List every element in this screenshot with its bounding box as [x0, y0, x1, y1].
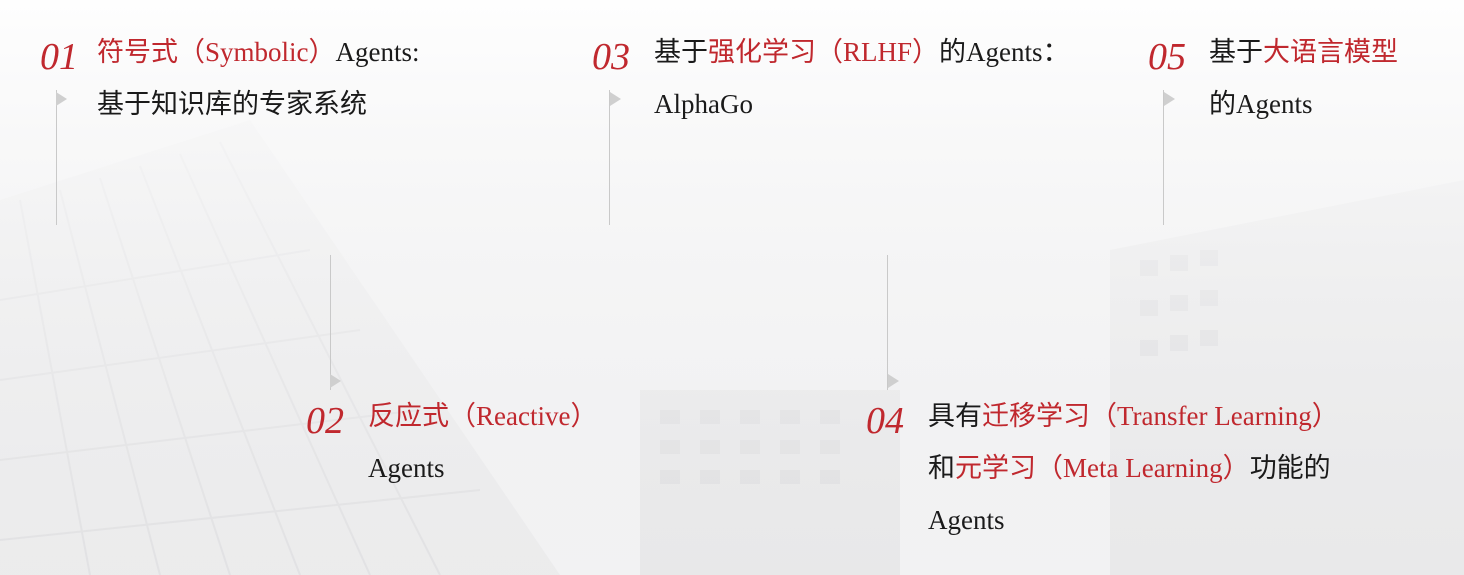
- connector-line: [609, 90, 610, 225]
- step-number: 02: [306, 400, 344, 442]
- text-line-2: 的Agents: [1209, 89, 1313, 119]
- triangle-right-icon: [610, 92, 621, 106]
- text-line-1: 基于强化学习（RLHF）的Agents：: [654, 37, 1070, 67]
- triangle-right-icon: [1164, 92, 1175, 106]
- item-text: 基于强化学习（RLHF）的Agents： AlphaGo: [654, 26, 1070, 130]
- step-number: 03: [592, 36, 630, 78]
- triangle-right-icon: [56, 92, 67, 106]
- item-text: 符号式（Symbolic）Agents: 基于知识库的专家系统: [97, 26, 420, 130]
- item-text: 具有迁移学习（Transfer Learning） 和元学习（Meta Lear…: [928, 390, 1339, 546]
- connector-line: [56, 90, 57, 225]
- connector-line: [1163, 90, 1164, 225]
- item-text: 反应式（Reactive） Agents: [368, 390, 597, 494]
- text-line-2: Agents: [368, 453, 445, 483]
- text-line-2: AlphaGo: [654, 89, 753, 119]
- text-line-1: 基于大语言模型: [1209, 37, 1398, 67]
- text-line-1: 具有迁移学习（Transfer Learning）: [928, 401, 1339, 431]
- text-line-1: 符号式（Symbolic）Agents:: [97, 37, 420, 67]
- text-line-2: 和元学习（Meta Learning）功能的: [928, 453, 1331, 483]
- step-number: 05: [1148, 36, 1186, 78]
- connector-line: [330, 255, 331, 390]
- text-line-3: Agents: [928, 505, 1005, 535]
- text-line-2: 基于知识库的专家系统: [97, 89, 367, 119]
- triangle-right-icon: [888, 374, 899, 388]
- step-number: 04: [866, 400, 904, 442]
- connector-line: [887, 255, 888, 390]
- step-number: 01: [40, 36, 78, 78]
- item-text: 基于大语言模型 的Agents: [1209, 26, 1398, 130]
- text-line-1: 反应式（Reactive）: [368, 401, 598, 431]
- triangle-right-icon: [330, 374, 341, 388]
